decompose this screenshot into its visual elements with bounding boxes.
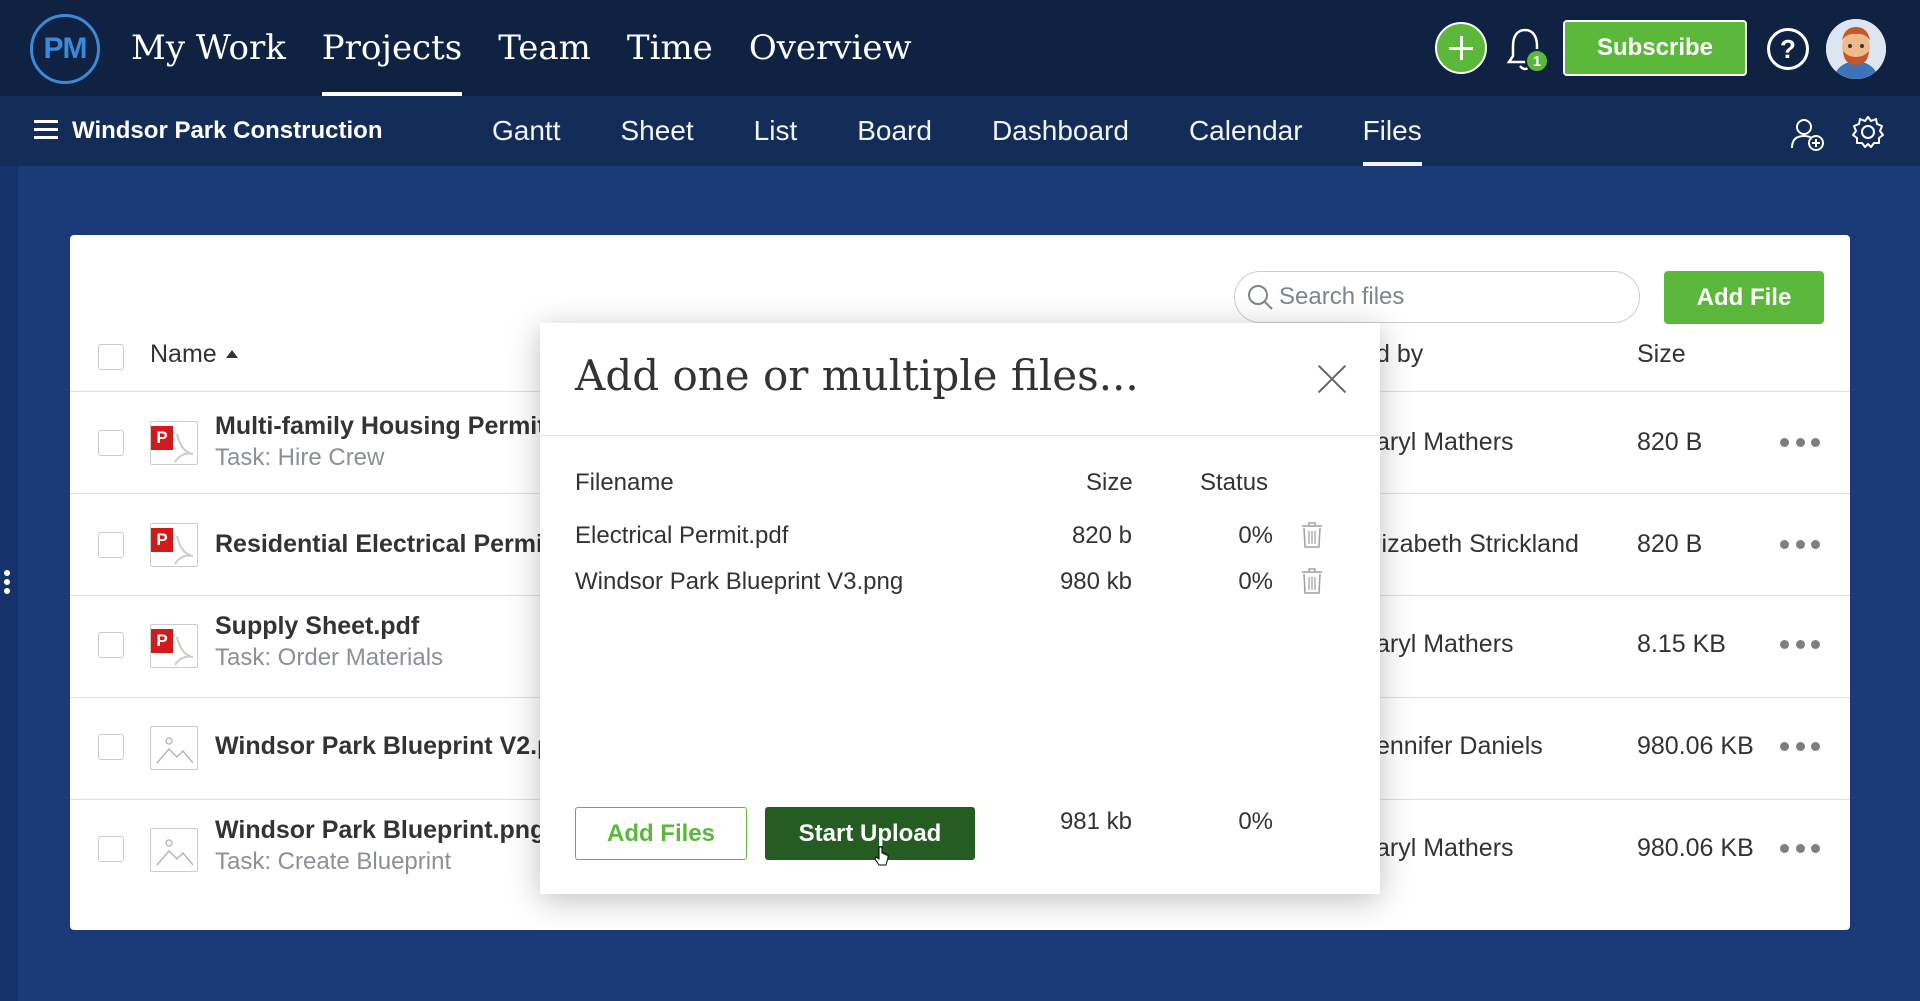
nav-overview[interactable]: Overview — [749, 0, 912, 96]
more-icon[interactable] — [1780, 844, 1820, 854]
tab-calendar[interactable]: Calendar — [1189, 96, 1303, 166]
start-upload-button[interactable]: Start Upload — [765, 807, 975, 860]
file-size: 820 B — [1637, 530, 1703, 558]
notification-badge: 1 — [1525, 49, 1549, 73]
avatar[interactable] — [1826, 19, 1886, 79]
tab-sheet[interactable]: Sheet — [620, 96, 693, 166]
gear-icon[interactable] — [1850, 114, 1886, 150]
file-size: 8.15 KB — [1637, 630, 1726, 658]
file-size: 980.06 KB — [1637, 834, 1754, 862]
add-user-icon[interactable] — [1789, 116, 1825, 152]
tab-dashboard[interactable]: Dashboard — [992, 96, 1129, 166]
upload-files-modal: Add one or multiple files... Filename Si… — [540, 323, 1380, 894]
upload-status: 0% — [1238, 568, 1273, 595]
column-header-size[interactable]: Size — [1637, 340, 1686, 369]
help-icon[interactable]: ? — [1767, 28, 1809, 70]
file-uploaded-by: ennifer Daniels — [1376, 732, 1543, 760]
pdf-icon: P — [150, 624, 198, 668]
top-navigation-bar: PM My Work Projects Team Time Overview 1… — [0, 0, 1920, 96]
image-glyph — [156, 839, 194, 866]
file-name[interactable]: Windsor Park Blueprint.png — [215, 816, 545, 845]
file-task[interactable]: Task: Create Blueprint — [215, 848, 451, 876]
file-size: 820 B — [1637, 428, 1703, 456]
select-all-checkbox[interactable] — [98, 344, 124, 370]
row-checkbox[interactable] — [98, 734, 124, 760]
upload-filename: Electrical Permit.pdf — [575, 522, 789, 549]
more-icon[interactable] — [1780, 742, 1820, 752]
sidebar-handle-icon[interactable] — [4, 570, 12, 600]
project-navigation-bar: Windsor Park Construction Gantt Sheet Li… — [0, 96, 1920, 166]
nav-my-work[interactable]: My Work — [131, 0, 286, 96]
image-glyph — [156, 737, 194, 764]
image-icon — [150, 726, 198, 770]
file-name[interactable]: Multi-family Housing Permit. — [215, 412, 553, 441]
file-name[interactable]: Supply Sheet.pdf — [215, 612, 419, 641]
sort-ascending-icon[interactable] — [226, 350, 238, 358]
file-size: 980.06 KB — [1637, 732, 1754, 760]
upload-total-size: 981 kb — [1059, 808, 1132, 835]
search-icon — [1248, 285, 1273, 310]
upload-total-status: 0% — [1238, 808, 1273, 835]
file-name[interactable]: Residential Electrical Permit — [215, 530, 551, 559]
add-files-button[interactable]: Add Files — [575, 807, 747, 860]
pdf-badge: P — [151, 629, 173, 653]
search-input[interactable] — [1279, 277, 1629, 317]
file-name[interactable]: Windsor Park Blueprint V2.p — [215, 732, 552, 761]
tab-board[interactable]: Board — [857, 96, 932, 166]
file-uploaded-by: aryl Mathers — [1376, 834, 1514, 862]
pm-logo[interactable]: PM — [30, 14, 100, 84]
pdf-badge: P — [151, 528, 173, 552]
file-uploaded-by: aryl Mathers — [1376, 630, 1514, 658]
file-uploaded-by: lizabeth Strickland — [1376, 530, 1579, 558]
upload-size: 820 b — [1071, 522, 1132, 549]
column-header-status: Status — [1200, 469, 1269, 496]
modal-title: Add one or multiple files... — [575, 351, 1139, 400]
nav-team[interactable]: Team — [498, 0, 591, 96]
more-icon[interactable] — [1780, 438, 1820, 448]
column-header-filename: Filename — [575, 469, 674, 496]
close-icon[interactable] — [1317, 364, 1347, 394]
plus-icon[interactable] — [1435, 22, 1487, 74]
divider — [540, 435, 1380, 436]
subscribe-button[interactable]: Subscribe — [1563, 20, 1747, 76]
upload-status: 0% — [1238, 522, 1273, 549]
row-checkbox[interactable] — [98, 836, 124, 862]
cursor-icon — [874, 846, 889, 866]
file-task[interactable]: Task: Order Materials — [215, 644, 443, 672]
view-tabs: Gantt Sheet List Board Dashboard Calenda… — [492, 96, 1482, 166]
row-checkbox[interactable] — [98, 632, 124, 658]
tab-gantt[interactable]: Gantt — [492, 96, 560, 166]
column-header-name[interactable]: Name — [150, 340, 217, 369]
file-task[interactable]: Task: Hire Crew — [215, 444, 384, 472]
more-icon[interactable] — [1780, 540, 1820, 550]
pdf-icon: P — [150, 421, 198, 465]
image-icon — [150, 828, 198, 872]
hamburger-icon[interactable] — [34, 120, 58, 140]
main-nav: My Work Projects Team Time Overview — [131, 0, 948, 96]
row-checkbox[interactable] — [98, 532, 124, 558]
upload-filename: Windsor Park Blueprint V3.png — [575, 568, 904, 595]
column-header-uploaded-by[interactable]: d by — [1376, 340, 1423, 369]
add-file-button[interactable]: Add File — [1664, 271, 1824, 324]
pdf-icon: P — [150, 523, 198, 567]
nav-time[interactable]: Time — [627, 0, 713, 96]
tab-list[interactable]: List — [754, 96, 798, 166]
more-icon[interactable] — [1780, 640, 1820, 650]
nav-projects[interactable]: Projects — [321, 0, 463, 96]
trash-icon[interactable] — [1300, 521, 1324, 549]
column-header-size: Size — [1086, 469, 1133, 496]
file-uploaded-by: aryl Mathers — [1376, 428, 1514, 456]
tab-files[interactable]: Files — [1362, 96, 1422, 166]
pdf-badge: P — [151, 426, 173, 450]
project-title[interactable]: Windsor Park Construction — [72, 96, 382, 166]
trash-icon[interactable] — [1300, 567, 1324, 595]
upload-size: 980 kb — [1059, 568, 1132, 595]
row-checkbox[interactable] — [98, 430, 124, 456]
avatar-image — [1826, 19, 1886, 79]
